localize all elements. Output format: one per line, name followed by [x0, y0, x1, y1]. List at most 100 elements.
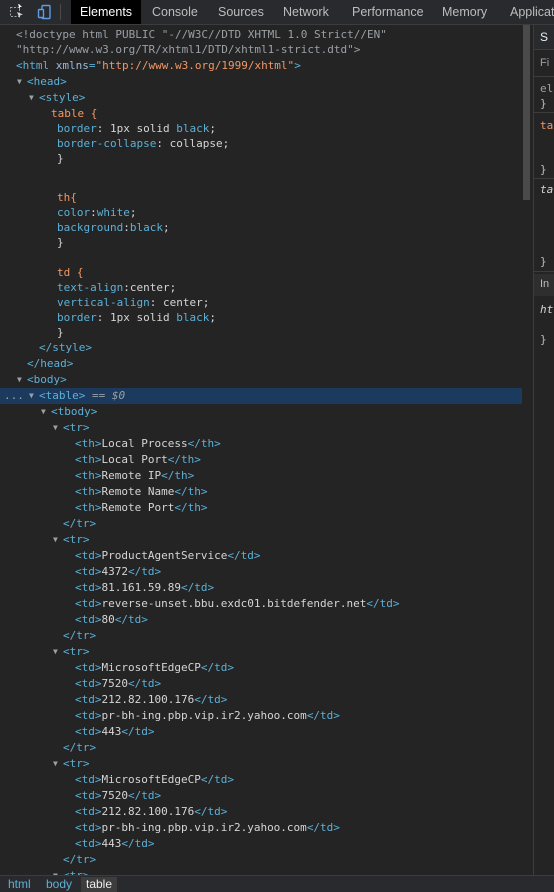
dom-node-body[interactable]: ▼ <body>: [0, 372, 522, 388]
css-line[interactable]: th{: [0, 190, 522, 206]
css-line[interactable]: background:black;: [0, 220, 522, 236]
dom-node-table-selected[interactable]: ... ▼ <table> == $0: [0, 388, 522, 404]
tab-styles[interactable]: S: [540, 30, 548, 44]
tab-network[interactable]: Network: [283, 0, 329, 24]
breadcrumb-body[interactable]: body: [46, 877, 72, 892]
dom-scrollbar-thumb[interactable]: [523, 25, 530, 200]
dom-node-tbody[interactable]: ▼ <tbody>: [0, 404, 522, 420]
dom-node-td[interactable]: <td>212.82.100.176</td>: [0, 804, 522, 820]
expand-arrow-icon[interactable]: ▼: [53, 420, 58, 436]
tab-application[interactable]: Applicat: [510, 0, 554, 24]
td-close-tag: </td>: [366, 597, 400, 610]
dom-node-td[interactable]: <td>pr-bh-ing.pbp.vip.ir2.yahoo.com</td>: [0, 820, 522, 836]
th-open-tag: <th>: [75, 469, 102, 482]
dom-node-td[interactable]: <td>212.82.100.176</td>: [0, 692, 522, 708]
dom-node-td[interactable]: <td>reverse-unset.bbu.exdc01.bitdefender…: [0, 596, 522, 612]
css-line[interactable]: border: 1px solid black;: [0, 310, 522, 326]
dom-node-style-close[interactable]: </style>: [0, 340, 522, 356]
styles-filter-input[interactable]: Fi: [540, 57, 549, 69]
css-line[interactable]: td {: [0, 265, 522, 281]
expand-arrow-icon[interactable]: ▼: [41, 404, 46, 420]
dom-node-td[interactable]: <td>4372</td>: [0, 564, 522, 580]
dom-node-style[interactable]: ▼ <style>: [0, 90, 522, 106]
dom-line-doctype-2[interactable]: "http://www.w3.org/TR/xhtml1/DTD/xhtml1-…: [0, 42, 522, 58]
dom-node-tr[interactable]: ▼<tr>: [0, 756, 522, 772]
dom-node-td[interactable]: <td>80</td>: [0, 612, 522, 628]
css-line[interactable]: }: [0, 235, 522, 251]
css-line[interactable]: table {: [0, 106, 522, 122]
tab-sources[interactable]: Sources: [218, 0, 264, 24]
td-close-tag: </td>: [200, 661, 234, 674]
dom-node-head-close[interactable]: </head>: [0, 356, 522, 372]
expand-arrow-icon[interactable]: ▼: [17, 74, 22, 90]
tr-open-tag: <tr>: [63, 421, 90, 434]
device-toolbar-icon[interactable]: [32, 0, 58, 24]
dom-node-tr-close[interactable]: </tr>: [0, 740, 522, 756]
dom-node-tr-close[interactable]: </tr>: [0, 516, 522, 532]
divider: [534, 178, 554, 179]
dom-node-th[interactable]: <th>Remote Name</th>: [0, 484, 522, 500]
breadcrumb-html[interactable]: html: [8, 877, 31, 892]
css-line[interactable]: }: [0, 325, 522, 341]
equals-text: ==: [85, 389, 112, 402]
tab-performance[interactable]: Performance: [352, 0, 424, 24]
css-line[interactable]: vertical-align: center;: [0, 295, 522, 311]
css-line[interactable]: color:white;: [0, 205, 522, 221]
expand-arrow-icon[interactable]: ▼: [17, 372, 22, 388]
td-open-tag: <td>: [75, 837, 102, 850]
dom-node-td[interactable]: <td>7520</td>: [0, 788, 522, 804]
rule-selector-table-ua[interactable]: ta: [540, 183, 553, 196]
dom-node-td[interactable]: <td>81.161.59.89</td>: [0, 580, 522, 596]
dom-node-tr[interactable]: ▼ <tr>: [0, 644, 522, 660]
td-close-tag: </td>: [128, 789, 162, 802]
css-line[interactable]: text-align:center;: [0, 280, 522, 296]
more-options-icon[interactable]: ...: [4, 388, 24, 404]
dom-node-tr-close[interactable]: </tr>: [0, 852, 522, 868]
styles-sidebar[interactable]: S Fi el } ta } ta } In ht }: [533, 25, 554, 875]
dom-node-head[interactable]: ▼ <head>: [0, 74, 522, 90]
dom-node-td[interactable]: <td>MicrosoftEdgeCP</td>: [0, 772, 522, 788]
dom-node-tr-close[interactable]: </tr>: [0, 628, 522, 644]
th-text: Remote IP: [101, 469, 162, 482]
td-close-tag: </td>: [121, 725, 155, 738]
dom-node-td[interactable]: <td>7520</td>: [0, 676, 522, 692]
expand-arrow-icon[interactable]: ▼: [29, 90, 34, 106]
dom-tree-pane[interactable]: <!doctype html PUBLIC "-//W3C//DTD XHTML…: [0, 25, 530, 875]
dom-node-td[interactable]: <td>pr-bh-ing.pbp.vip.ir2.yahoo.com</td>: [0, 708, 522, 724]
dom-node-td[interactable]: <td>MicrosoftEdgeCP</td>: [0, 660, 522, 676]
expand-arrow-icon[interactable]: ▼: [53, 532, 58, 548]
dom-node-html[interactable]: <html xmlns="http://www.w3.org/1999/xhtm…: [0, 58, 522, 74]
dom-node-th[interactable]: <th>Remote Port</th>: [0, 500, 522, 516]
css-line[interactable]: }: [0, 151, 522, 167]
css-line[interactable]: border-collapse: collapse;: [0, 136, 522, 152]
dom-node-tr[interactable]: ▼ <tr>: [0, 420, 522, 436]
td-close-tag: </td>: [306, 821, 340, 834]
css-prop: border-collapse: [57, 137, 157, 150]
td-close-tag: </td>: [114, 613, 148, 626]
tr-open-tag: <tr>: [63, 645, 90, 658]
tab-elements[interactable]: Elements: [71, 0, 141, 24]
dom-node-tr[interactable]: ▼<tr>: [0, 532, 522, 548]
dom-node-td[interactable]: <td>ProductAgentService</td>: [0, 548, 522, 564]
rule-selector-table[interactable]: ta: [540, 119, 553, 132]
tab-console[interactable]: Console: [152, 0, 198, 24]
dom-node-th[interactable]: <th>Remote IP</th>: [0, 468, 522, 484]
dom-node-tr[interactable]: ▼<tr>: [0, 868, 522, 875]
dom-line-doctype[interactable]: <!doctype html PUBLIC "-//W3C//DTD XHTML…: [0, 27, 522, 43]
inspect-element-icon[interactable]: [4, 0, 30, 24]
divider: [534, 112, 554, 113]
th-close-tag: </th>: [174, 501, 208, 514]
dom-node-th[interactable]: <th>Local Process</th>: [0, 436, 522, 452]
tab-memory[interactable]: Memory: [442, 0, 487, 24]
dom-node-td[interactable]: <td>443</td>: [0, 836, 522, 852]
expand-arrow-icon[interactable]: ▼: [29, 388, 34, 404]
breadcrumb-table[interactable]: table: [81, 877, 118, 892]
expand-arrow-icon[interactable]: ▼: [53, 868, 58, 875]
rule-selector-html[interactable]: ht: [540, 303, 553, 316]
expand-arrow-icon[interactable]: ▼: [53, 644, 58, 660]
expand-arrow-icon[interactable]: ▼: [53, 756, 58, 772]
css-line[interactable]: border: 1px solid black;: [0, 121, 522, 137]
css-value: : collapse;: [156, 137, 230, 150]
dom-node-th[interactable]: <th>Local Port</th>: [0, 452, 522, 468]
dom-node-td[interactable]: <td>443</td>: [0, 724, 522, 740]
